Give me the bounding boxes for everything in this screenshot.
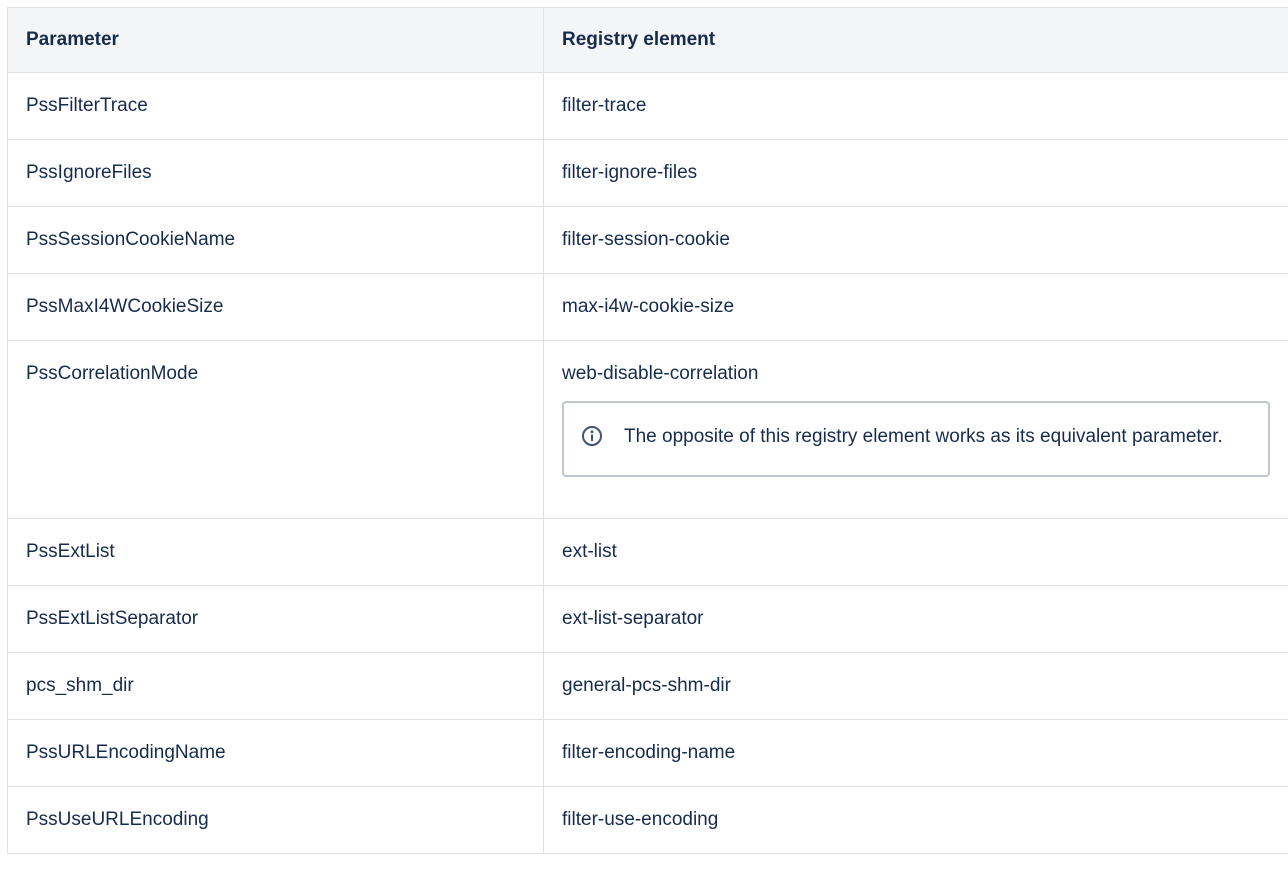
parameter-mapping-table-wrapper: Parameter Registry element PssFilterTrac… (7, 7, 1288, 854)
parameter-cell: PssFilterTrace (7, 72, 544, 140)
table-row: PssCorrelationMode web-disable-correlati… (7, 340, 1288, 519)
header-registry-element: Registry element (543, 7, 1288, 73)
header-parameter: Parameter (7, 7, 544, 73)
registry-value: web-disable-correlation (562, 363, 759, 384)
table-row: PssExtList ext-list (7, 518, 1288, 586)
table-row: PssSessionCookieName filter-session-cook… (7, 206, 1288, 274)
registry-cell: filter-ignore-files (543, 139, 1288, 207)
parameter-cell: PssCorrelationMode (7, 340, 544, 519)
table-row: PssURLEncodingName filter-encoding-name (7, 719, 1288, 787)
registry-cell: filter-trace (543, 72, 1288, 140)
table-row: PssExtListSeparator ext-list-separator (7, 585, 1288, 653)
registry-cell: max-i4w-cookie-size (543, 273, 1288, 341)
table-row: PssIgnoreFiles filter-ignore-files (7, 139, 1288, 207)
parameter-cell: PssMaxI4WCookieSize (7, 273, 544, 341)
parameter-cell: PssIgnoreFiles (7, 139, 544, 207)
registry-cell: ext-list-separator (543, 585, 1288, 653)
registry-cell: general-pcs-shm-dir (543, 652, 1288, 720)
table-header-row: Parameter Registry element (7, 7, 1288, 73)
registry-cell: ext-list (543, 518, 1288, 586)
parameter-cell: PssURLEncodingName (7, 719, 544, 787)
table-row: PssUseURLEncoding filter-use-encoding (7, 786, 1288, 854)
parameter-cell: PssSessionCookieName (7, 206, 544, 274)
parameter-mapping-table: Parameter Registry element PssFilterTrac… (7, 7, 1288, 854)
parameter-cell: pcs_shm_dir (7, 652, 544, 720)
info-note-text: The opposite of this registry element wo… (624, 426, 1223, 447)
registry-cell: filter-session-cookie (543, 206, 1288, 274)
parameter-cell: PssUseURLEncoding (7, 786, 544, 854)
parameter-cell: PssExtList (7, 518, 544, 586)
info-circle-icon (581, 425, 603, 447)
registry-cell: filter-use-encoding (543, 786, 1288, 854)
registry-cell-with-note: web-disable-correlation The opposite of … (543, 340, 1288, 519)
table-row: PssFilterTrace filter-trace (7, 72, 1288, 140)
table-row: pcs_shm_dir general-pcs-shm-dir (7, 652, 1288, 720)
parameter-cell: PssExtListSeparator (7, 585, 544, 653)
info-note-panel: The opposite of this registry element wo… (562, 401, 1270, 477)
table-row: PssMaxI4WCookieSize max-i4w-cookie-size (7, 273, 1288, 341)
registry-cell: filter-encoding-name (543, 719, 1288, 787)
